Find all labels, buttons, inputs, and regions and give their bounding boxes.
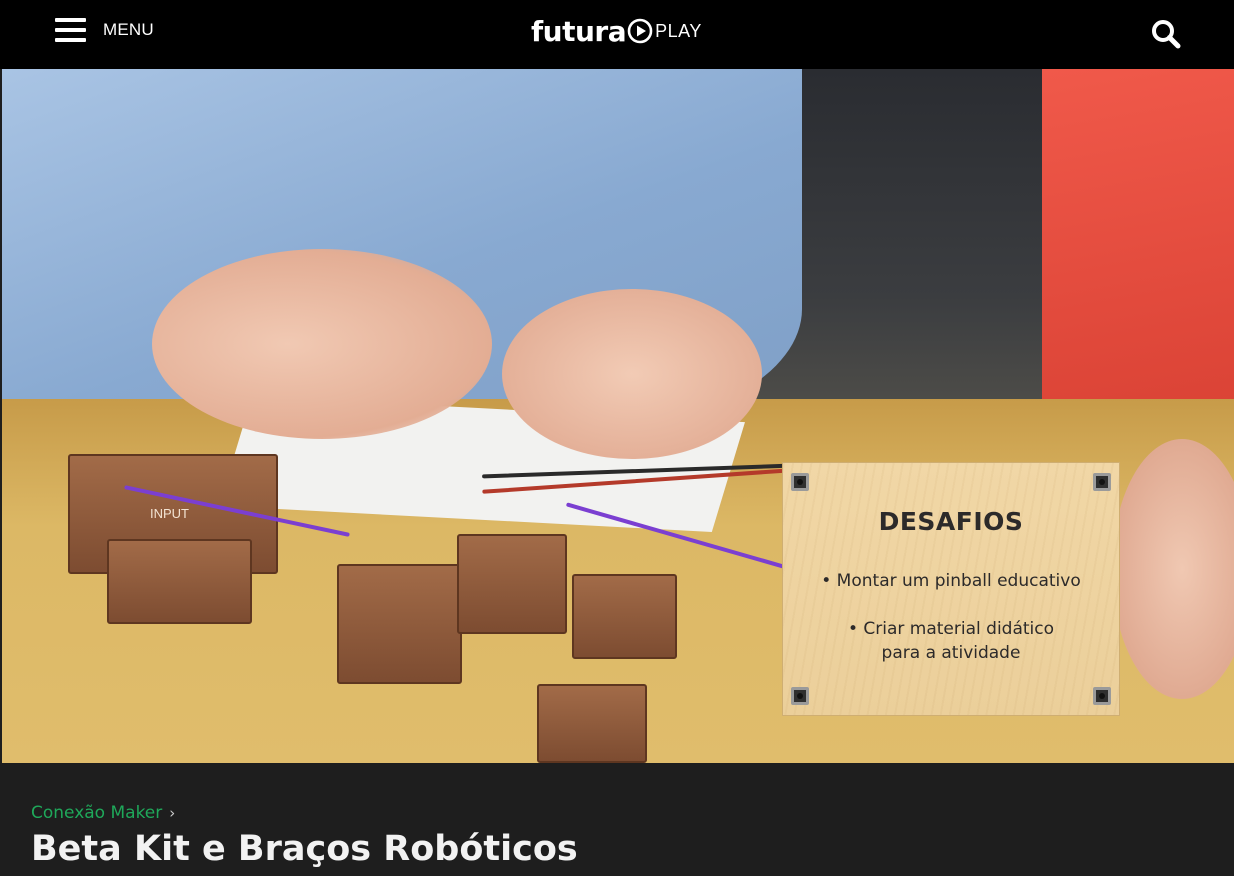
breadcrumb[interactable]: Conexão Maker › <box>31 803 175 823</box>
challenges-overlay-board: DESAFIOS • Montar um pinball educativo •… <box>782 462 1120 716</box>
chevron-right-icon: › <box>169 804 176 822</box>
input-label: INPUT <box>150 506 189 521</box>
challenge-item: • Criar material didático <box>847 619 1055 639</box>
screw-icon <box>1093 473 1111 491</box>
hand-right <box>502 289 762 459</box>
video-info: Conexão Maker › Beta Kit e Braços Robóti… <box>0 763 1234 876</box>
wooden-module <box>107 539 252 624</box>
hamburger-icon <box>55 18 86 42</box>
breadcrumb-series-link[interactable]: Conexão Maker <box>31 803 162 823</box>
play-circle-icon <box>627 18 653 44</box>
video-title: Beta Kit e Braços Robóticos <box>31 829 578 869</box>
top-navigation-bar: MENU futura PLAY <box>0 0 1234 69</box>
wooden-module <box>457 534 567 634</box>
screw-icon <box>791 687 809 705</box>
menu-label: MENU <box>103 20 154 39</box>
logo-play-text: PLAY <box>655 20 702 41</box>
menu-button[interactable]: MENU <box>55 16 154 44</box>
hand-left <box>152 249 492 439</box>
challenge-item: • Montar um pinball educativo <box>821 571 1081 591</box>
search-icon[interactable] <box>1150 18 1182 50</box>
futura-play-logo[interactable]: futura PLAY <box>531 14 702 48</box>
screw-icon <box>1093 687 1111 705</box>
challenges-title: DESAFIOS <box>878 507 1024 536</box>
video-player[interactable]: INPUT DESAFIOS • Montar um pinball educa… <box>2 69 1234 763</box>
wooden-module <box>337 564 462 684</box>
wooden-module <box>537 684 647 763</box>
logo-wordmark: futura <box>531 14 627 48</box>
wooden-module <box>572 574 677 659</box>
challenge-item: para a atividade <box>881 643 1021 663</box>
screw-icon <box>791 473 809 491</box>
